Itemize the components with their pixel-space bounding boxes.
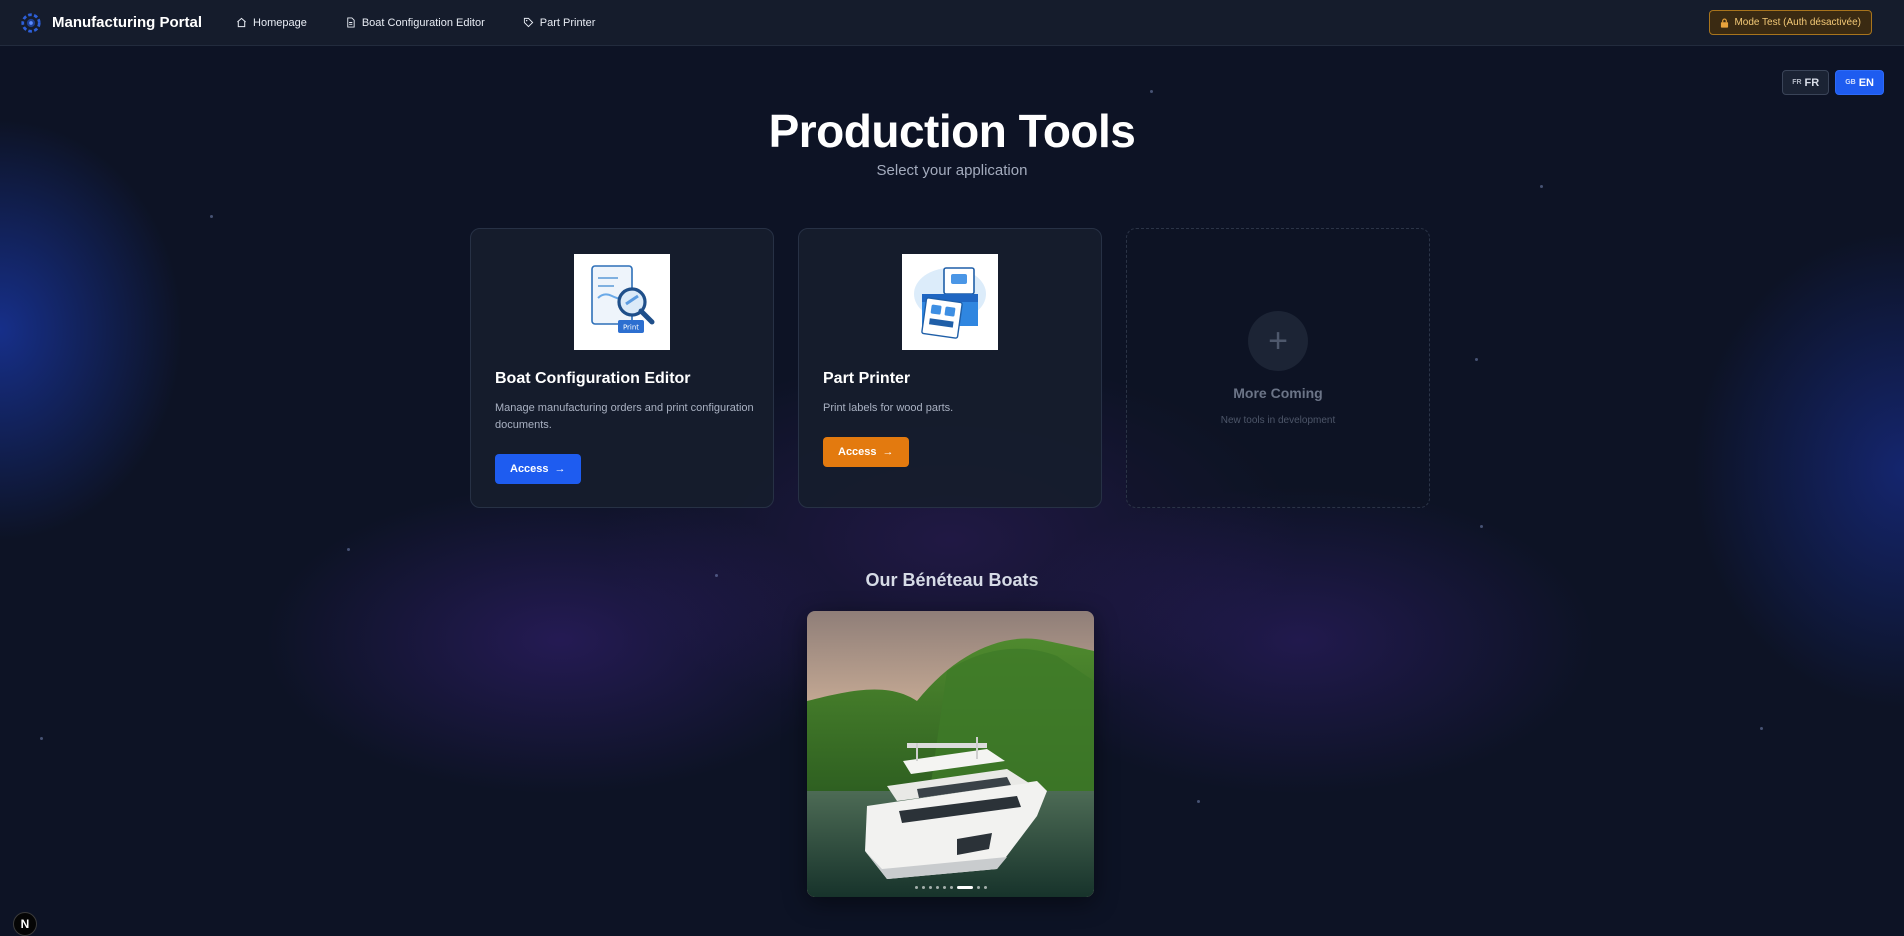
- nav-item-label: Part Printer: [539, 16, 596, 29]
- background-star: [1540, 185, 1543, 188]
- boat-carousel[interactable]: [807, 611, 1094, 897]
- page-title: Production Tools: [768, 105, 1136, 157]
- background-star: [40, 737, 43, 740]
- mode-test-badge[interactable]: Mode Test (Auth désactivée): [1709, 10, 1872, 35]
- language-label: EN: [1858, 76, 1874, 89]
- arrow-right-icon: →: [882, 446, 894, 458]
- card-title: Boat Configuration Editor: [495, 370, 691, 387]
- main-nav: Homepage Boat Configuration Editor Part …: [236, 17, 633, 29]
- language-label: FR: [1804, 76, 1820, 89]
- more-coming-subtitle: New tools in development: [1220, 415, 1336, 426]
- background-star: [347, 548, 350, 551]
- brand-name: Manufacturing Portal: [52, 14, 203, 31]
- access-button-label: Access: [838, 446, 877, 458]
- background-star: [1475, 358, 1478, 361]
- background-star: [1480, 525, 1483, 528]
- carousel-dot[interactable]: [942, 886, 946, 889]
- background-star: [1760, 727, 1763, 730]
- card-description: Print labels for wood parts.: [823, 402, 954, 414]
- nav-item-boat-configuration-editor[interactable]: Boat Configuration Editor: [345, 17, 485, 29]
- page-subtitle: Select your application: [876, 162, 1028, 179]
- carousel-dot[interactable]: [976, 886, 980, 889]
- lock-icon: [1721, 18, 1729, 28]
- nav-item-label: Homepage: [253, 16, 307, 29]
- flag-gb-icon: GB: [1845, 79, 1856, 86]
- more-coming-title: More Coming: [1233, 385, 1323, 401]
- carousel-dot-active[interactable]: [956, 886, 973, 889]
- card-description: Manage manufacturing orders and print co…: [495, 402, 754, 431]
- document-icon: [347, 17, 355, 28]
- brand[interactable]: Manufacturing Portal: [20, 12, 202, 34]
- plus-icon: +: [1248, 311, 1308, 371]
- card-title: Part Printer: [823, 370, 911, 387]
- tag-icon: [523, 17, 534, 28]
- access-button-label: Access: [510, 463, 549, 475]
- background-star: [1197, 800, 1200, 803]
- carousel-indicators: [807, 886, 1094, 889]
- background-star: [210, 215, 213, 218]
- carousel-dot[interactable]: [928, 886, 932, 889]
- access-button-boat-configuration-editor[interactable]: Access →: [495, 454, 581, 484]
- carousel-dot[interactable]: [935, 886, 939, 889]
- carousel-dot[interactable]: [949, 886, 953, 889]
- nav-item-part-printer[interactable]: Part Printer: [523, 16, 596, 29]
- nextjs-dev-badge[interactable]: N: [13, 912, 37, 936]
- language-en-button[interactable]: GB EN: [1835, 70, 1884, 95]
- document-search-illustration: Print: [574, 254, 670, 350]
- language-fr-button[interactable]: FR FR: [1782, 70, 1830, 95]
- nav-item-label: Boat Configuration Editor: [361, 16, 485, 29]
- arrow-right-icon: →: [554, 463, 566, 475]
- nav-item-homepage[interactable]: Homepage: [236, 17, 307, 29]
- background-star: [1150, 90, 1153, 93]
- access-button-part-printer[interactable]: Access →: [823, 437, 909, 467]
- gear-logo-icon: [21, 12, 41, 33]
- carousel-dot[interactable]: [914, 886, 918, 889]
- tool-card-part-printer: Part Printer Print labels for wood parts…: [798, 228, 1102, 508]
- more-coming-card: + More Coming New tools in development: [1126, 228, 1430, 508]
- language-switcher: FR FR GB EN: [1776, 70, 1884, 95]
- flag-fr-icon: FR: [1792, 79, 1802, 86]
- mode-test-label: Mode Test (Auth désactivée): [1734, 17, 1861, 28]
- home-icon: [237, 17, 246, 28]
- boat-photo: [807, 611, 1094, 897]
- label-printer-illustration: [902, 254, 998, 350]
- tool-card-boat-configuration-editor: Print Boat Configuration Editor Manage m…: [470, 228, 774, 508]
- carousel-dot[interactable]: [921, 886, 925, 889]
- print-label: Print: [623, 324, 639, 332]
- boats-section-title: Our Bénéteau Boats: [865, 570, 1039, 590]
- top-navbar: Manufacturing Portal Homepage Boat Confi…: [0, 0, 1904, 46]
- carousel-dot[interactable]: [983, 886, 987, 889]
